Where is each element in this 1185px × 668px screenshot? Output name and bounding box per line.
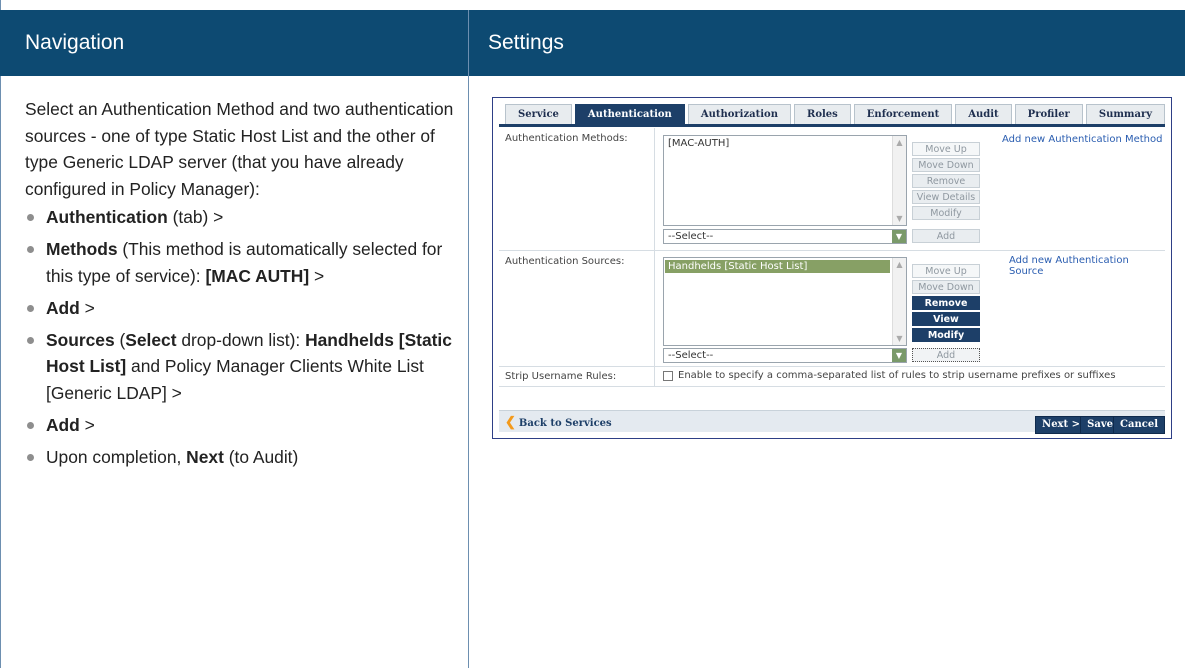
tab-underline bbox=[499, 124, 1165, 127]
tab-enforcement[interactable]: Enforcement bbox=[853, 104, 953, 124]
list-scrollbar[interactable]: ▲ ▼ bbox=[892, 136, 906, 225]
auth-methods-select[interactable]: --Select-- ▼ bbox=[663, 229, 907, 244]
tab-service[interactable]: Service bbox=[505, 104, 572, 124]
auth-sources-select[interactable]: --Select-- ▼ bbox=[663, 348, 907, 363]
list-item-selected[interactable]: Handhelds [Static Host List] bbox=[665, 260, 890, 273]
screenshot-footer: ❮ Back to Services Next > Save Cancel bbox=[499, 410, 1165, 434]
column-divider bbox=[468, 10, 469, 668]
tab-roles[interactable]: Roles bbox=[794, 104, 851, 124]
navigation-header: Navigation bbox=[0, 10, 468, 76]
list-scrollbar[interactable]: ▲ ▼ bbox=[892, 258, 906, 345]
list-item[interactable]: [MAC-AUTH] bbox=[664, 136, 906, 151]
tab-audit[interactable]: Audit bbox=[955, 104, 1012, 124]
back-to-services-link[interactable]: ❮ Back to Services bbox=[505, 415, 612, 430]
back-label: Back to Services bbox=[518, 418, 612, 429]
step-methods: Methods (This method is automatically se… bbox=[25, 236, 455, 289]
tab-authentication[interactable]: Authentication bbox=[574, 104, 685, 124]
row-separator bbox=[654, 128, 655, 250]
scroll-down-icon[interactable]: ▼ bbox=[895, 214, 904, 223]
view-details-button[interactable]: View Details bbox=[912, 312, 980, 338]
auth-sources-list[interactable]: Handhelds [Static Host List] ▲ ▼ bbox=[663, 257, 907, 346]
auth-methods-row: Authentication Methods: [MAC-AUTH] ▲ ▼ --… bbox=[499, 128, 1165, 251]
add-new-method-link[interactable]: Add new Authentication Method bbox=[1002, 134, 1162, 145]
step-authentication-tab: Authentication (tab) > bbox=[25, 204, 455, 231]
scroll-up-icon[interactable]: ▲ bbox=[895, 138, 904, 147]
move-down-button[interactable]: Move Down bbox=[912, 280, 980, 294]
strip-username-text: Enable to specify a comma-separated list… bbox=[678, 370, 1116, 381]
remove-button[interactable]: Remove bbox=[912, 174, 980, 188]
steps-list: Authentication (tab) > Methods (This met… bbox=[25, 204, 455, 470]
strip-username-label: Strip Username Rules: bbox=[505, 371, 617, 382]
remove-button[interactable]: Remove bbox=[912, 296, 980, 310]
auth-methods-list[interactable]: [MAC-AUTH] ▲ ▼ bbox=[663, 135, 907, 226]
move-up-button[interactable]: Move Up bbox=[912, 142, 980, 156]
tab-profiler[interactable]: Profiler bbox=[1014, 104, 1083, 124]
step-sources: Sources (Select drop-down list): Handhel… bbox=[25, 327, 455, 407]
row-separator bbox=[654, 367, 655, 386]
view-details-button[interactable]: View Details bbox=[912, 190, 980, 204]
auth-sources-label: Authentication Sources: bbox=[505, 256, 625, 267]
service-tabs: Service Authentication Authorization Rol… bbox=[505, 104, 1168, 124]
modify-button[interactable]: Modify bbox=[912, 328, 980, 342]
policy-manager-screenshot: Service Authentication Authorization Rol… bbox=[492, 97, 1172, 439]
step-add-source: Add > bbox=[25, 412, 455, 439]
auth-sources-row: Authentication Sources: Handhelds [Stati… bbox=[499, 251, 1165, 367]
page-frame: Navigation Settings Select an Authentica… bbox=[0, 0, 1185, 668]
chevron-down-icon[interactable]: ▼ bbox=[892, 230, 906, 243]
scroll-up-icon[interactable]: ▲ bbox=[895, 260, 904, 269]
chevron-left-icon: ❮ bbox=[505, 415, 516, 430]
add-new-source-link[interactable]: Add new Authentication Source bbox=[1009, 255, 1165, 277]
modify-button[interactable]: Modify bbox=[912, 206, 980, 220]
move-up-button[interactable]: Move Up bbox=[912, 264, 980, 278]
select-value: --Select-- bbox=[668, 350, 714, 361]
strip-username-row: Strip Username Rules: Enable to specify … bbox=[499, 367, 1165, 387]
tab-summary[interactable]: Summary bbox=[1085, 104, 1166, 124]
scroll-down-icon[interactable]: ▼ bbox=[895, 334, 904, 343]
settings-header: Settings bbox=[469, 10, 1185, 76]
step-next: Upon completion, Next (to Audit) bbox=[25, 444, 455, 471]
auth-methods-label: Authentication Methods: bbox=[505, 133, 628, 144]
chevron-down-icon[interactable]: ▼ bbox=[892, 349, 906, 362]
add-method-button[interactable]: Add bbox=[912, 229, 980, 243]
tab-authorization[interactable]: Authorization bbox=[687, 104, 792, 124]
left-border bbox=[0, 0, 1, 668]
add-source-button[interactable]: Add bbox=[912, 348, 980, 362]
instructions-intro: Select an Authentication Method and two … bbox=[25, 99, 454, 199]
move-down-button[interactable]: Move Down bbox=[912, 158, 980, 172]
navigation-instructions: Select an Authentication Method and two … bbox=[25, 96, 455, 476]
step-add-method: Add > bbox=[25, 295, 455, 322]
strip-username-checkbox[interactable] bbox=[663, 371, 673, 381]
cancel-button[interactable]: Cancel bbox=[1113, 416, 1165, 434]
select-value: --Select-- bbox=[668, 231, 714, 242]
row-separator bbox=[654, 251, 655, 366]
